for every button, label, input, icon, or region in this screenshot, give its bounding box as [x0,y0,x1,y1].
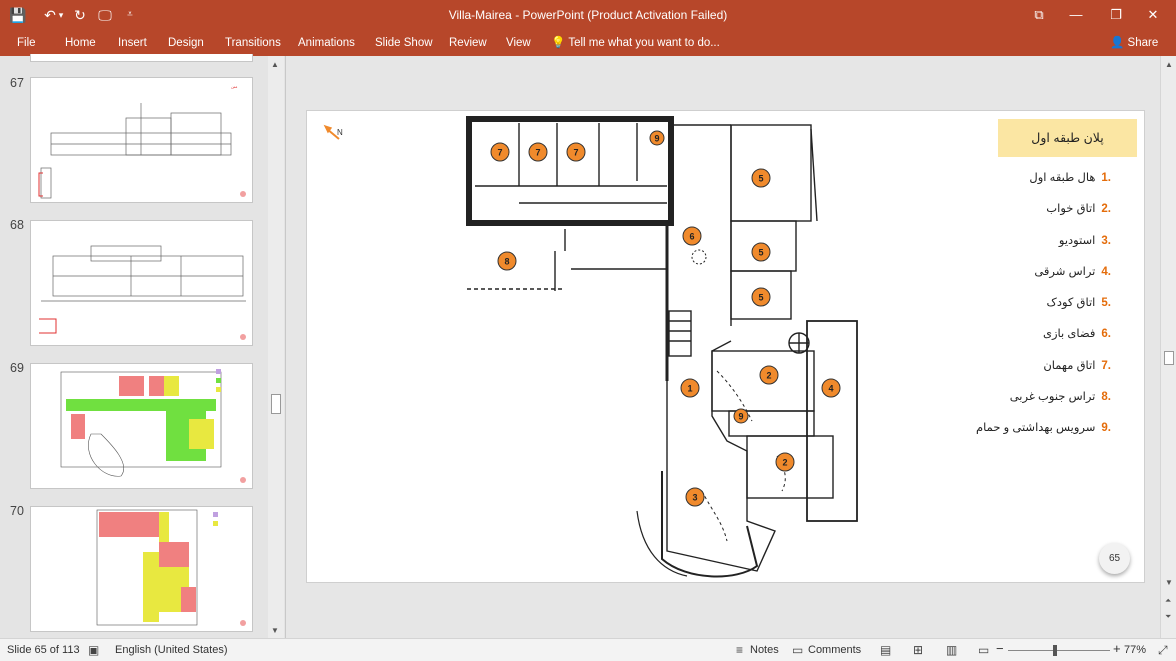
room-markers: 7 7 7 9 5 6 8 5 5 1 2 4 9 2 3 N [337,128,841,507]
slide-counter: Slide 65 of 113 [7,644,80,656]
share-label: Share [1127,37,1159,49]
scroll-down-icon[interactable]: ▼ [271,626,279,635]
scroll-thumb[interactable] [271,394,281,414]
room-marker-label: 5 [758,293,763,303]
slide-thumbnail-partial[interactable] [30,54,253,62]
normal-view-icon[interactable]: ▤ [880,643,891,657]
tab-home[interactable]: Home [65,34,96,52]
room-marker-label: 4 [828,384,833,394]
share-button[interactable]: 👤 Share [1110,32,1158,54]
zoom-slider-knob[interactable] [1053,645,1057,656]
zoom-slider[interactable] [1008,650,1110,651]
slide-thumbnail[interactable] [30,220,253,346]
slide-thumbnail[interactable] [30,363,253,489]
legend-item: .4تراس شرقی [1034,265,1111,278]
thumbnail-number: 67 [10,76,24,90]
slide-number-badge: 65 [1099,543,1130,574]
slide-thumbnail-pane: 67 متن 68 69 70 ▲ ▼ [0,54,286,638]
room-marker-label: 2 [766,371,771,381]
slide-thumbnail[interactable] [30,506,253,632]
tab-view[interactable]: View [506,34,531,52]
legend-item: .2اتاق خواب [1046,203,1111,216]
editor-scrollbar[interactable]: ▲ ▼ ⏶ ⏷ [1160,56,1176,638]
room-marker-label: 7 [573,148,578,158]
thumbnail-number: 69 [10,361,24,375]
room-marker-label: 7 [535,148,540,158]
close-icon[interactable]: ✕ [1130,0,1176,30]
notes-button[interactable]: Notes [750,644,779,656]
room-marker-label: 5 [758,174,763,184]
spelling-check-icon[interactable]: ▣ [88,643,99,657]
tab-transitions[interactable]: Transitions [225,34,281,52]
legend-item: .9سرویس بهداشتی و حمام [976,422,1111,435]
room-marker-label: 1 [687,384,692,394]
legend-item: .6فضای بازی [1042,328,1111,341]
room-marker-label: 8 [504,257,509,267]
room-legend: .1هال طبقه اول .2اتاق خواب .3استودیو .4ت… [907,169,1111,451]
scroll-thumb[interactable] [1164,351,1174,365]
legend-item: .8تراس جنوب غربی [1009,391,1111,404]
slide-thumbnail[interactable]: متن [30,77,253,203]
tell-me-text: Tell me what you want to do... [568,37,720,49]
status-bar: Slide 65 of 113 ▣ English (United States… [0,638,1176,661]
window-title: Villa-Mairea - PowerPoint (Product Activ… [448,8,728,22]
lightbulb-icon: 💡 [551,37,566,49]
room-marker-label: 2 [782,458,787,468]
ribbon-tabs: File Home Insert Design Transitions Anim… [0,30,1176,56]
slide-editor: 7 7 7 9 5 6 8 5 5 1 2 4 9 2 3 N پلان طبقه اول .1هال طبق… [288,56,1160,638]
slide-sorter-icon[interactable]: ⊞ [913,643,923,657]
notes-icon[interactable]: ≡ [736,643,743,657]
room-marker-label: 9 [738,412,743,422]
scroll-up-icon[interactable]: ▲ [1165,60,1173,69]
fit-slide-icon[interactable]: ⤢ [1158,643,1168,658]
thumbnail-elevation-drawing: متن [38,84,246,199]
zoom-in-button[interactable]: + [1113,641,1121,656]
north-label: N [337,128,343,137]
scroll-up-icon[interactable]: ▲ [271,60,279,69]
previous-slide-icon[interactable]: ⏶ [1165,596,1171,606]
comments-icon[interactable]: ▭ [792,643,803,657]
slide-show-icon[interactable]: ▭ [978,643,989,657]
room-marker-label: 7 [497,148,502,158]
legend-item: .5اتاق کودک [1046,297,1111,310]
scroll-down-icon[interactable]: ▼ [1165,578,1173,587]
thumbnail-number: 68 [10,218,24,232]
tab-slide-show[interactable]: Slide Show [375,34,433,52]
room-marker-label: 9 [654,134,659,144]
thumbnail-section-drawing [39,245,246,340]
reading-view-icon[interactable]: ▥ [946,643,957,657]
tell-me-search[interactable]: 💡 Tell me what you want to do... [551,34,720,52]
zoom-out-button[interactable]: − [996,641,1004,656]
comments-button[interactable]: Comments [808,644,861,656]
tab-animations[interactable]: Animations [298,34,355,52]
room-marker-label: 3 [692,493,697,503]
tab-review[interactable]: Review [449,34,487,52]
zoom-level[interactable]: 77% [1124,644,1146,656]
svg-text:متن: متن [231,84,237,89]
thumbnail-number: 70 [10,504,24,518]
tab-design[interactable]: Design [168,34,204,52]
current-slide[interactable]: 7 7 7 9 5 6 8 5 5 1 2 4 9 2 3 N پلان طبقه اول .1هال طبق… [306,110,1145,583]
title-bar: 💾 ↶ ▾ ↻ 🖵 ⩡ Villa-Mairea - PowerPoint (P… [0,0,1176,30]
room-marker-label: 5 [758,248,763,258]
language-indicator[interactable]: English (United States) [115,644,228,656]
thumbnail-scrollbar[interactable]: ▲ ▼ [268,56,284,638]
legend-item: .7اتاق مهمان [1043,359,1111,372]
next-slide-icon[interactable]: ⏷ [1165,612,1171,622]
slide-title: پلان طبقه اول [998,119,1137,157]
tab-insert[interactable]: Insert [118,34,147,52]
thumbnail-colored-plan [96,509,246,626]
legend-item: .1هال طبقه اول [1029,172,1111,184]
thumbnail-colored-plan [60,369,246,483]
person-icon: 👤 [1110,37,1125,49]
room-marker-label: 6 [689,232,694,242]
legend-item: .3استودیو [1058,234,1111,247]
tab-file[interactable]: File [17,34,36,52]
